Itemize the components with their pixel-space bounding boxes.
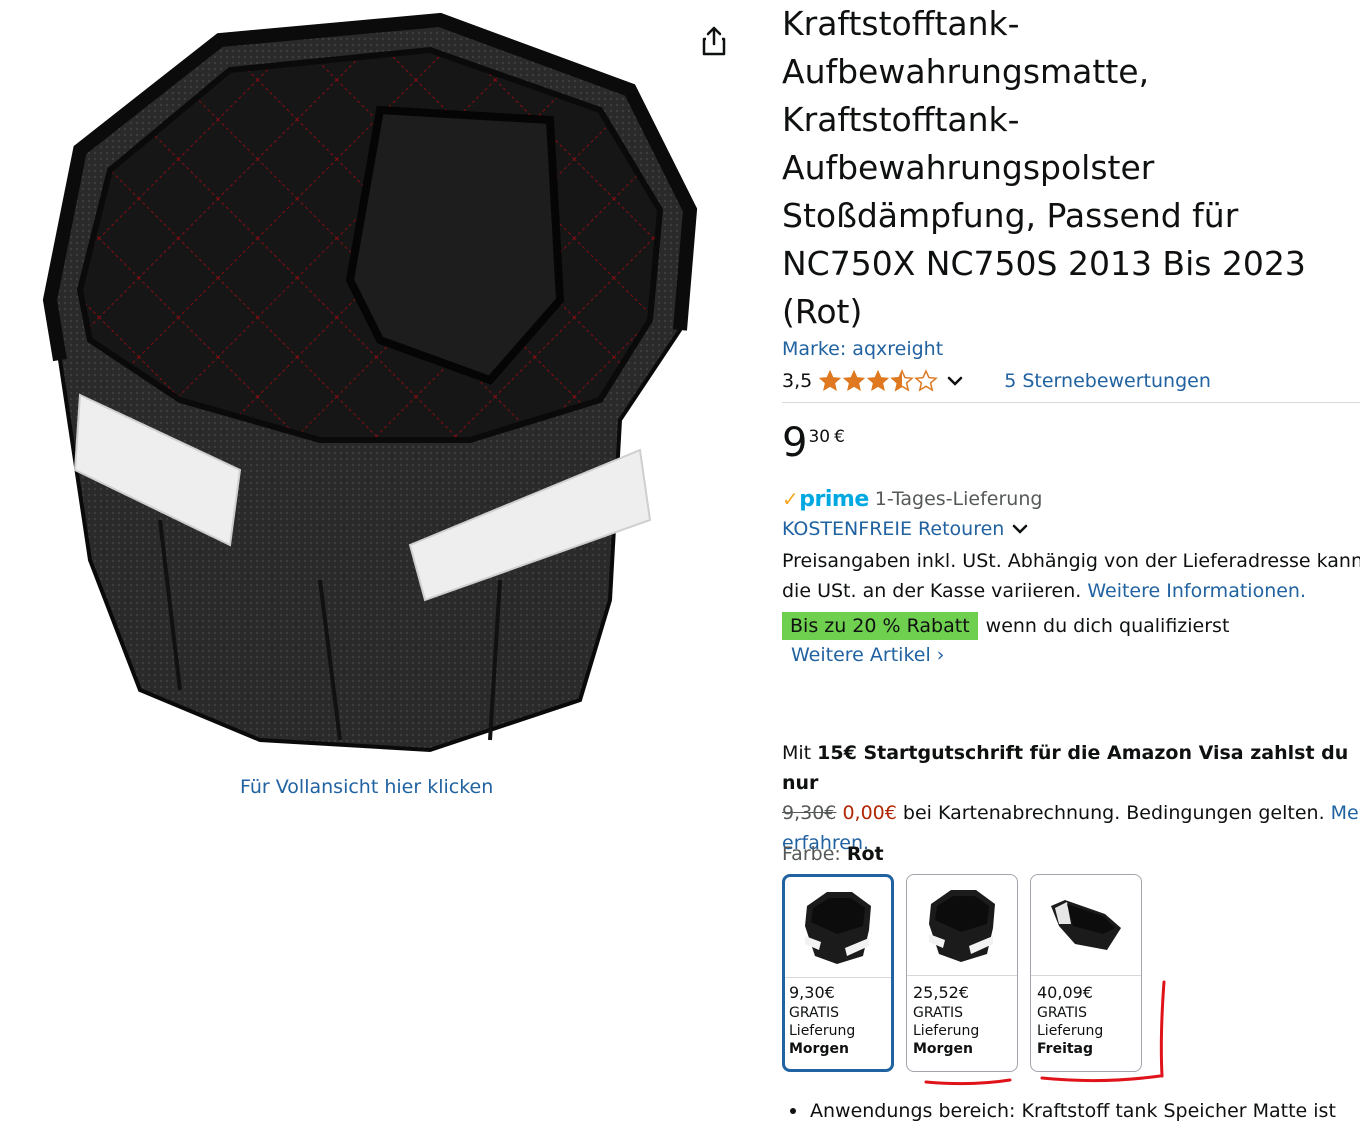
bullet-icon	[790, 1108, 796, 1114]
swatch-info: 9,30€ GRATIS Lieferung Morgen	[785, 978, 891, 1058]
swatch-image	[907, 875, 1017, 976]
returns-label: KOSTENFREIE Retouren	[782, 518, 1005, 540]
discount-text: wenn du dich qualifizierst	[985, 615, 1230, 637]
new-price: 0,00€	[842, 802, 897, 824]
star-icon	[867, 369, 890, 392]
prime-delivery: ✓ prime 1-Tages-Lieferung	[782, 486, 1042, 512]
star-rating[interactable]	[818, 369, 939, 393]
product-main-image[interactable]	[20, 0, 710, 780]
old-price: 9,30€	[782, 802, 837, 824]
chevron-down-icon	[1013, 524, 1028, 534]
visa-offer-bold: 15€ Startgutschrift für die Amazon Visa …	[782, 742, 1349, 794]
swatch-option[interactable]: 9,30€ GRATIS Lieferung Morgen	[782, 874, 894, 1072]
share-icon[interactable]	[700, 24, 728, 58]
tax-note: Preisangaben inkl. USt. Abhängig von der…	[782, 550, 1360, 602]
visa-offer: Mit 15€ Startgutschrift für die Amazon V…	[782, 738, 1360, 858]
rating-value: 3,5	[782, 370, 813, 392]
chevron-down-icon[interactable]	[944, 370, 966, 392]
divider	[782, 402, 1360, 403]
image-gallery: Für Vollansicht hier klicken	[0, 0, 740, 1115]
rating-row: 3,5 5 Sternebewertungen	[782, 368, 1211, 394]
star-icon	[819, 369, 842, 392]
product-title: Kraftstofftank-Aufbewahrungsmatte, Kraft…	[782, 4, 1306, 331]
empty-star-icon	[914, 369, 939, 392]
feature-bullet: Anwendungs bereich: Kraftstoff tank Spei…	[790, 1100, 1336, 1122]
product-details: Kraftstofftank-Aufbewahrungsmatte, Kraft…	[782, 0, 1360, 1122]
fullview-link[interactable]: Für Vollansicht hier klicken	[240, 776, 493, 798]
more-info-link[interactable]: Weitere Informationen.	[1087, 580, 1306, 602]
returns-link[interactable]: KOSTENFREIE Retouren	[782, 516, 1030, 542]
price-fraction: 30	[808, 427, 831, 447]
swatch-image	[1031, 875, 1141, 976]
swatch-price: 9,30€	[789, 983, 835, 1002]
brand-link[interactable]: Marke: aqxreight	[782, 338, 943, 360]
prime-delivery-text: 1-Tages-Lieferung	[874, 488, 1043, 510]
price-currency: €	[834, 427, 845, 447]
prime-logo: ✓ prime	[782, 486, 869, 512]
annotation-marks	[924, 980, 1166, 1086]
price-whole: 9	[782, 420, 808, 466]
discount-badge: Bis zu 20 % Rabatt	[782, 612, 978, 640]
selected-color: Rot	[846, 843, 884, 865]
color-label: Farbe: Rot	[782, 843, 884, 865]
discount-row: Bis zu 20 % Rabatt wenn du dich qualifiz…	[782, 612, 1229, 640]
star-icon	[843, 369, 866, 392]
more-items-link[interactable]: Weitere Artikel ›	[791, 644, 944, 666]
price: 9 30 €	[782, 420, 845, 466]
half-star-icon	[890, 369, 915, 392]
check-icon: ✓	[782, 487, 799, 511]
rating-count-link[interactable]: 5 Sternebewertungen	[1004, 370, 1211, 392]
swatch-image	[785, 877, 891, 978]
